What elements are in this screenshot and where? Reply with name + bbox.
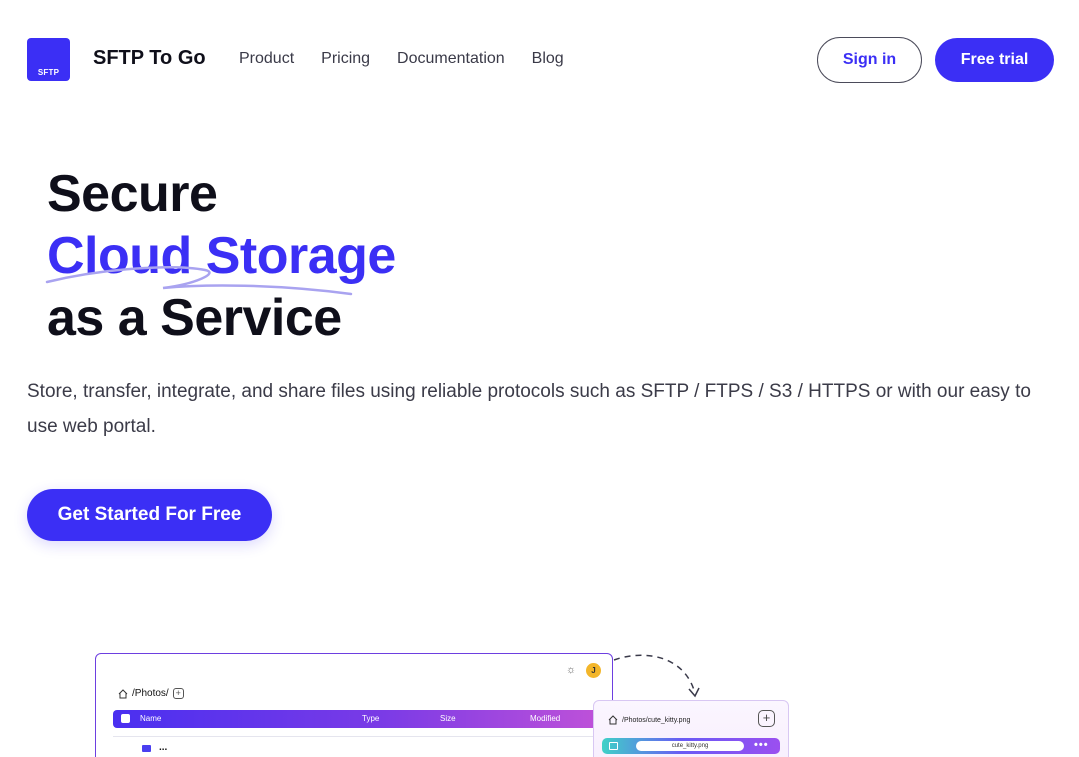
get-started-button[interactable]: Get Started For Free xyxy=(27,489,272,541)
hero-line-1: Secure xyxy=(47,165,218,223)
home-icon xyxy=(118,688,128,698)
nav-blog[interactable]: Blog xyxy=(532,50,564,68)
brand-name[interactable]: SFTP To Go xyxy=(93,47,206,70)
sftp-logo[interactable]: SFTP xyxy=(27,38,70,81)
file-path: /Photos/cute_kitty.png xyxy=(622,716,691,724)
dashed-arrow-decoration xyxy=(613,654,700,698)
table-row: ... xyxy=(113,736,607,756)
table-header: Name Type Size Modified xyxy=(113,710,607,728)
nav-product[interactable]: Product xyxy=(239,50,294,68)
file-name-pill: cute_kitty.png xyxy=(636,741,744,751)
settings-gear-icon: ☼ xyxy=(566,664,577,676)
nav-pricing[interactable]: Pricing xyxy=(321,50,370,68)
file-browser-illustration: ☼ J /Photos/ + Name Type Size Modified .… xyxy=(95,653,613,757)
file-breadcrumb: /Photos/cute_kitty.png xyxy=(608,715,690,725)
site-header: SFTP SFTP To Go Product Pricing Document… xyxy=(0,0,1079,120)
logo-text: SFTP xyxy=(37,68,60,77)
image-icon xyxy=(609,742,618,750)
column-type: Type xyxy=(362,714,380,723)
free-trial-button[interactable]: Free trial xyxy=(935,38,1054,82)
folder-breadcrumb: /Photos/ + xyxy=(118,688,184,699)
column-modified: Modified xyxy=(530,714,561,723)
main-nav: Product Pricing Documentation Blog xyxy=(239,50,591,68)
hero-title: Secure Cloud Storage as a Service xyxy=(47,163,396,349)
underline-swoosh-decoration xyxy=(45,266,353,296)
folder-icon xyxy=(142,745,151,752)
file-detail-illustration: /Photos/cute_kitty.png + cute_kitty.png … xyxy=(593,700,789,757)
sign-in-button[interactable]: Sign in xyxy=(817,37,922,83)
row-name: ... xyxy=(159,742,168,753)
select-all-checkbox xyxy=(121,714,130,723)
folder-path: /Photos/ xyxy=(132,688,169,699)
nav-documentation[interactable]: Documentation xyxy=(397,50,505,68)
column-size: Size xyxy=(440,714,456,723)
hero-description: Store, transfer, integrate, and share fi… xyxy=(27,381,1031,437)
home-icon xyxy=(608,715,618,725)
more-options-icon: ••• xyxy=(754,739,769,751)
add-icon: + xyxy=(758,710,775,727)
add-icon: + xyxy=(172,688,184,699)
column-name: Name xyxy=(140,714,162,723)
file-row: cute_kitty.png ••• xyxy=(602,738,780,754)
avatar: J xyxy=(586,663,601,678)
